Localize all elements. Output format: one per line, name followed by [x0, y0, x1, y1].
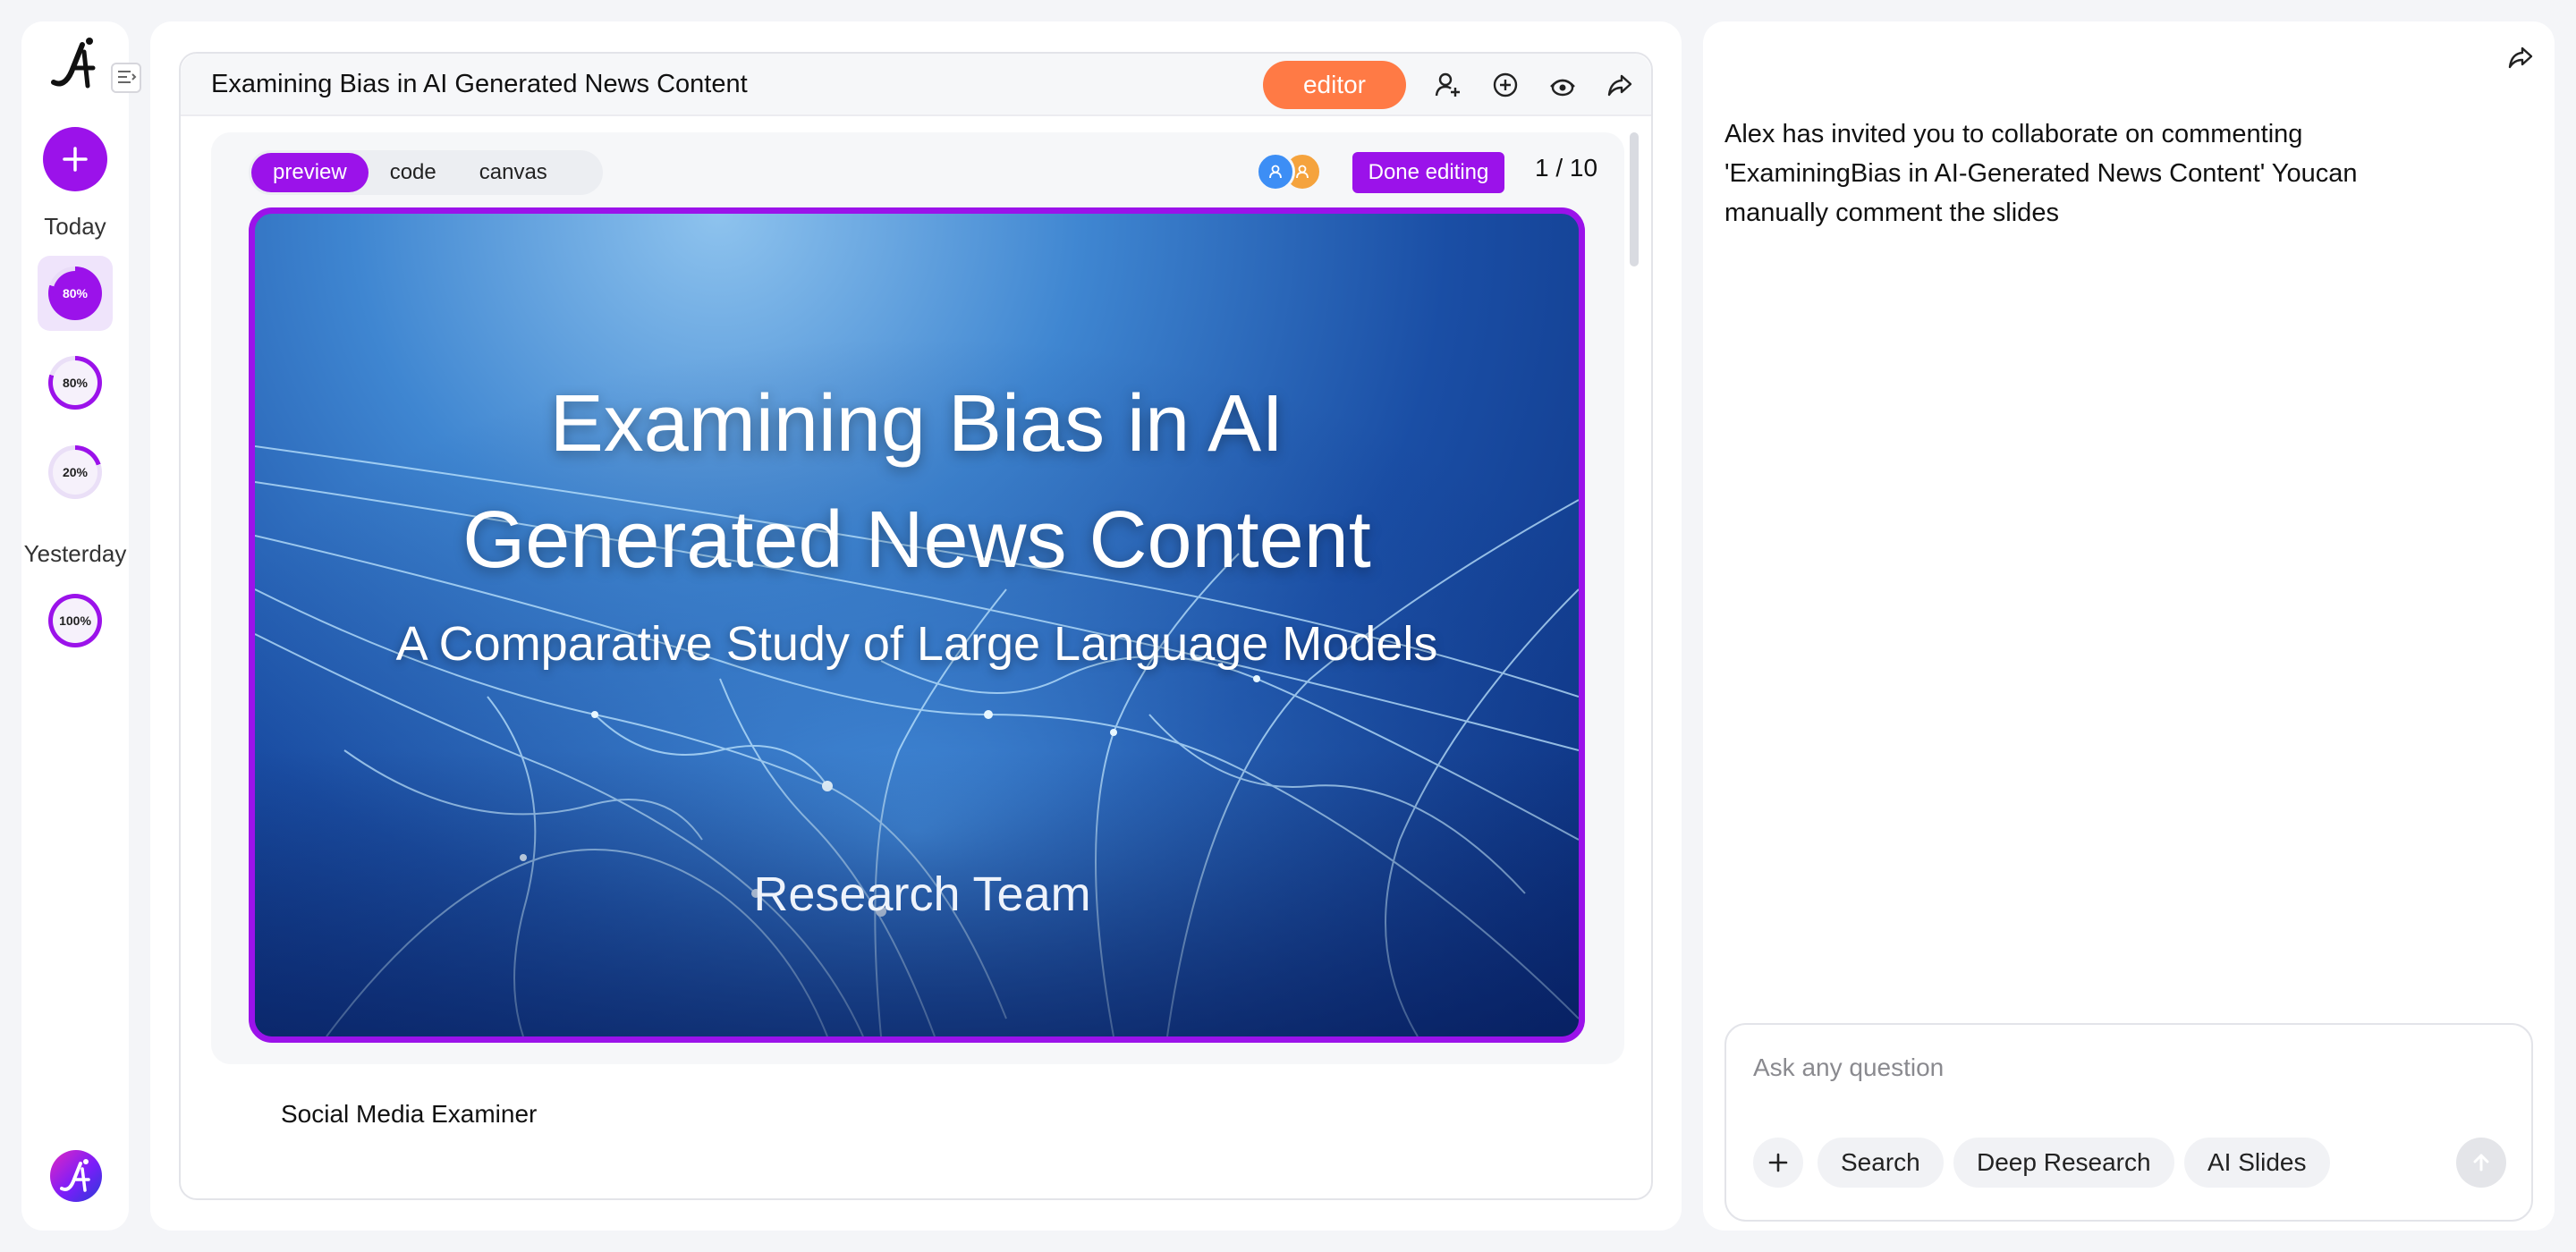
progress-ring: 80% — [48, 266, 102, 320]
ai-slides-chip[interactable]: AI Slides — [2184, 1138, 2330, 1188]
slide-subtitle: A Comparative Study of Large Language Mo… — [395, 617, 1438, 671]
progress-label: 100% — [53, 598, 97, 643]
user-icon — [1296, 165, 1309, 179]
group-label-today: Today — [44, 213, 106, 240]
progress-label: 80% — [53, 360, 97, 405]
progress-label: 20% — [53, 450, 97, 495]
eye-icon[interactable] — [1546, 68, 1580, 102]
progress-ring: 80% — [48, 356, 102, 410]
attach-button[interactable] — [1753, 1138, 1803, 1188]
plus-icon — [63, 147, 88, 172]
brand-logo-icon[interactable] — [50, 1150, 102, 1202]
scrollbar[interactable] — [1630, 132, 1639, 266]
logo-icon[interactable] — [48, 32, 100, 95]
slide-author: Research Team — [753, 867, 1091, 921]
editor-button[interactable]: editor — [1263, 61, 1406, 109]
user-icon — [1269, 165, 1282, 179]
page-indicator: 1 / 10 — [1535, 154, 1598, 182]
history-item[interactable]: 80% — [38, 345, 113, 420]
source-label: Social Media Examiner — [281, 1100, 538, 1128]
left-sidebar: Today 80% 80% 20% Yesterday 100% — [21, 21, 141, 1231]
history-item[interactable]: 80% — [38, 256, 113, 331]
share-icon[interactable] — [1603, 68, 1637, 102]
chat-message: Alex has invited you to collaborate on c… — [1724, 120, 2358, 227]
search-chip[interactable]: Search — [1818, 1138, 1944, 1188]
send-button[interactable] — [2456, 1138, 2506, 1188]
document-header: Examining Bias in AI Generated News Cont… — [181, 54, 1651, 116]
slide-preview[interactable]: Examining Bias in AI Generated News Cont… — [249, 207, 1585, 1043]
tab-code[interactable]: code — [369, 153, 458, 192]
new-chat-button[interactable] — [43, 127, 107, 191]
view-tabs: preview code canvas — [249, 150, 603, 195]
preview-card: preview code canvas Done editing 1 / 10 … — [211, 132, 1624, 1064]
slide-title: Examining Bias in AI Generated News Cont… — [255, 366, 1579, 598]
document-title: Examining Bias in AI Generated News Cont… — [211, 70, 748, 98]
plus-icon — [1768, 1153, 1788, 1172]
avatar[interactable] — [1256, 152, 1295, 191]
document-frame: Examining Bias in AI Generated News Cont… — [179, 52, 1653, 1200]
add-user-icon[interactable] — [1431, 68, 1465, 102]
deep-research-chip[interactable]: Deep Research — [1953, 1138, 2174, 1188]
collaborator-avatars — [1256, 152, 1336, 193]
progress-label: 80% — [53, 271, 97, 316]
share-icon[interactable] — [2506, 43, 2540, 77]
tab-preview[interactable]: preview — [251, 153, 369, 192]
collapse-sidebar-icon[interactable] — [111, 63, 141, 93]
history-item[interactable]: 20% — [38, 435, 113, 510]
group-label-yesterday: Yesterday — [23, 540, 127, 567]
chat-panel: Alex has invited you to collaborate on c… — [1703, 21, 2555, 1231]
slide-title-line-1: Examining Bias in AI — [549, 379, 1284, 469]
history-item[interactable]: 100% — [38, 583, 113, 658]
tab-canvas[interactable]: canvas — [458, 153, 569, 192]
chat-composer: Search Deep Research AI Slides — [1724, 1023, 2533, 1222]
question-input[interactable] — [1753, 1050, 2469, 1086]
progress-ring: 100% — [48, 594, 102, 647]
progress-ring: 20% — [48, 445, 102, 499]
done-editing-button[interactable]: Done editing — [1352, 152, 1504, 193]
document-panel: Examining Bias in AI Generated News Cont… — [150, 21, 1682, 1231]
send-arrow-icon — [2473, 1154, 2489, 1172]
slide-title-line-2: Generated News Content — [462, 495, 1371, 585]
add-circle-icon[interactable] — [1488, 68, 1522, 102]
